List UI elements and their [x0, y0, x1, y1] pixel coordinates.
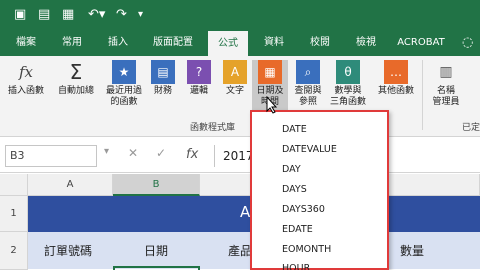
more-book-icon: … [384, 60, 408, 84]
tab-home[interactable]: 常用 [52, 29, 92, 56]
tab-review[interactable]: 校閱 [300, 29, 340, 56]
lightbulb-icon[interactable]: ◌ [462, 35, 473, 50]
row-header-2[interactable]: 2 [0, 232, 28, 270]
theta-book-icon: θ [336, 60, 360, 84]
select-all-corner[interactable] [0, 174, 28, 196]
column-header-b[interactable]: B [113, 174, 200, 196]
header-product[interactable]: 產品 [228, 242, 252, 259]
name-tag-icon: ▥ [439, 64, 453, 80]
logical-book-icon: ? [187, 60, 211, 84]
group-divider [422, 60, 423, 130]
save-icon[interactable]: ▣ [14, 7, 26, 22]
header-order-number[interactable]: 訂單號碼 [44, 242, 92, 259]
financial-button[interactable]: ▤ 財務 [148, 60, 178, 122]
tab-insert[interactable]: 插入 [98, 29, 138, 56]
header-date[interactable]: 日期 [144, 242, 168, 259]
tab-formulas[interactable]: 公式 [208, 31, 248, 56]
column-header-a[interactable]: A [28, 174, 113, 196]
recently-used-button[interactable]: ★ 最近用過 的函數 [102, 60, 146, 122]
insert-function-button[interactable]: fx 插入函數 [4, 60, 48, 122]
financial-book-icon: ▤ [151, 60, 175, 84]
customize-qat-icon[interactable]: ▾ [138, 7, 143, 22]
menu-item-hour[interactable]: HOUR [282, 264, 310, 270]
header-quantity[interactable]: 數量 [400, 242, 424, 259]
ribbon-formulas: fx 插入函數 Σ 自動加總 ★ 最近用過 的函數 ▤ 財務 ? 邏輯 A 文字… [0, 56, 480, 137]
menu-item-date[interactable]: DATE [282, 124, 307, 135]
formula-bar: B3 ▾ ✕ ✓ fx 2017 [0, 137, 480, 173]
menu-item-datevalue[interactable]: DATEVALUE [282, 144, 337, 155]
name-box[interactable]: B3 [5, 145, 97, 167]
menu-item-eomonth[interactable]: EOMONTH [282, 244, 331, 255]
name-manager-button[interactable]: ▥ 名稱 管理員 [428, 60, 464, 122]
lookup-book-icon: ⌕ [296, 60, 320, 84]
tab-acrobat[interactable]: ACROBAT [390, 29, 452, 56]
text-book-icon: A [223, 60, 247, 84]
undo-icon[interactable]: ↶▾ [88, 7, 105, 22]
save-disk-icon[interactable]: ▦ [62, 7, 74, 22]
enter-check-icon[interactable]: ✓ [156, 146, 166, 160]
ribbon-tabs: 檔案 常用 插入 版面配置 公式 資料 校閱 檢視 ACROBAT ◌ [0, 29, 480, 56]
star-book-icon: ★ [112, 60, 136, 84]
sigma-icon: Σ [69, 60, 83, 84]
tab-data[interactable]: 資料 [254, 29, 294, 56]
quick-access-toolbar: ▣ ▤ ▦ ↶▾ ↷ ▾ [0, 0, 480, 29]
autosum-button[interactable]: Σ 自動加總 [54, 60, 98, 122]
date-time-function-menu: DATE DATEVALUE DAY DAYS DAYS360 EDATE EO… [250, 110, 389, 270]
tab-view[interactable]: 檢視 [346, 29, 386, 56]
row-header-1[interactable]: 1 [0, 196, 28, 232]
fx-icon: fx [18, 63, 33, 81]
calendar-book-icon: ▦ [258, 60, 282, 84]
insert-function-icon[interactable]: fx [186, 147, 198, 162]
tab-file[interactable]: 檔案 [6, 29, 46, 56]
group-label-defined-names: 已定 [462, 123, 480, 133]
text-button[interactable]: A 文字 [220, 60, 250, 122]
mouse-cursor-icon [266, 96, 278, 114]
menu-item-day[interactable]: DAY [282, 164, 301, 175]
tab-layout[interactable]: 版面配置 [144, 29, 202, 56]
menu-item-days360[interactable]: DAYS360 [282, 204, 325, 215]
logical-button[interactable]: ? 邏輯 [184, 60, 214, 122]
menu-item-days[interactable]: DAYS [282, 184, 307, 195]
group-label-function-library: 函數程式庫 [190, 123, 236, 133]
selected-cell-b3[interactable] [113, 266, 200, 270]
redo-icon[interactable]: ↷ [116, 7, 127, 22]
autosave-icon[interactable]: ▤ [38, 7, 50, 22]
name-box-dropdown-icon[interactable]: ▾ [104, 146, 109, 157]
menu-item-edate[interactable]: EDATE [282, 224, 313, 235]
cancel-icon[interactable]: ✕ [128, 146, 138, 160]
